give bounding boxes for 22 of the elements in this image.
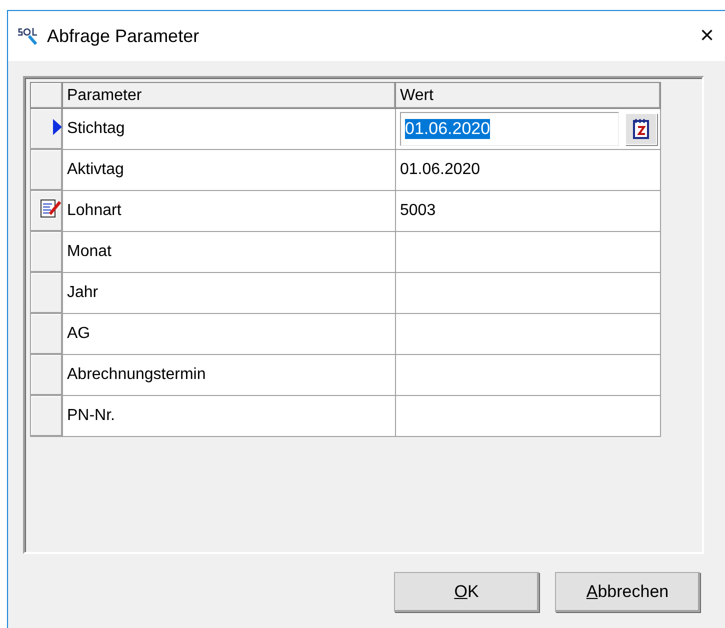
table-cell: 5003 (396, 190, 660, 232)
window-title: Abfrage Parameter (47, 26, 200, 46)
calendar-button[interactable] (625, 113, 657, 145)
table-cell: Aktivtag (62, 150, 396, 190)
date-field[interactable]: 01.06.2020 (400, 112, 619, 146)
edit-pencil-icon (40, 198, 62, 218)
dialog-button[interactable]: Abbrechen (555, 572, 700, 612)
table-cell: Stichtag (62, 108, 396, 150)
close-button[interactable]: × (696, 24, 718, 48)
table-cell: Monat (62, 232, 396, 272)
table-cell: Jahr (62, 272, 396, 314)
row-pointer-icon (53, 118, 62, 134)
table-cell: PN-Nr. (62, 396, 396, 436)
table-cell: Lohnart (62, 190, 396, 232)
table-cell: 01.06.2020 (396, 150, 660, 190)
column-header[interactable]: Wert (396, 82, 660, 108)
column-header[interactable]: Parameter (62, 82, 396, 108)
table-cell: AG (62, 314, 396, 354)
sql-search-icon (17, 26, 39, 46)
dialog-button[interactable]: OK (394, 572, 539, 612)
table-cell: Abrechnungstermin (62, 354, 396, 396)
calendar-icon (632, 118, 650, 140)
